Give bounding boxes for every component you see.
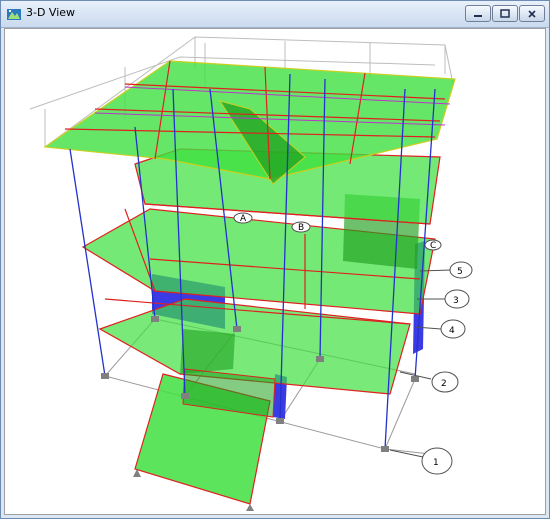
grid-label-1: 1 <box>433 458 439 468</box>
3d-model-viewport[interactable]: 1 2 4 3 5 A B C <box>4 28 546 515</box>
minimize-button[interactable] <box>465 5 491 22</box>
grid-label-c: C <box>430 241 436 251</box>
close-icon <box>528 9 536 18</box>
maximize-icon <box>500 9 510 18</box>
grid-label-5: 5 <box>457 267 463 277</box>
view-window: 3-D View 1 2 4 3 5 A B C <box>0 0 550 519</box>
grid-label-3: 3 <box>453 296 459 306</box>
window-title: 3-D View <box>26 6 76 19</box>
grid-label-b: B <box>298 223 304 233</box>
grid-label-2: 2 <box>441 379 447 389</box>
title-bar[interactable]: 3-D View <box>1 1 549 28</box>
minimize-icon <box>474 14 482 17</box>
structural-model-drawing: 1 2 4 3 5 A B C <box>29 36 473 511</box>
maximize-button[interactable] <box>492 5 518 22</box>
structure-app-icon <box>7 9 21 20</box>
grid-label-4: 4 <box>449 326 455 336</box>
grid-label-a: A <box>240 214 247 224</box>
close-button[interactable] <box>519 5 545 22</box>
stair-core-lower <box>180 329 235 374</box>
